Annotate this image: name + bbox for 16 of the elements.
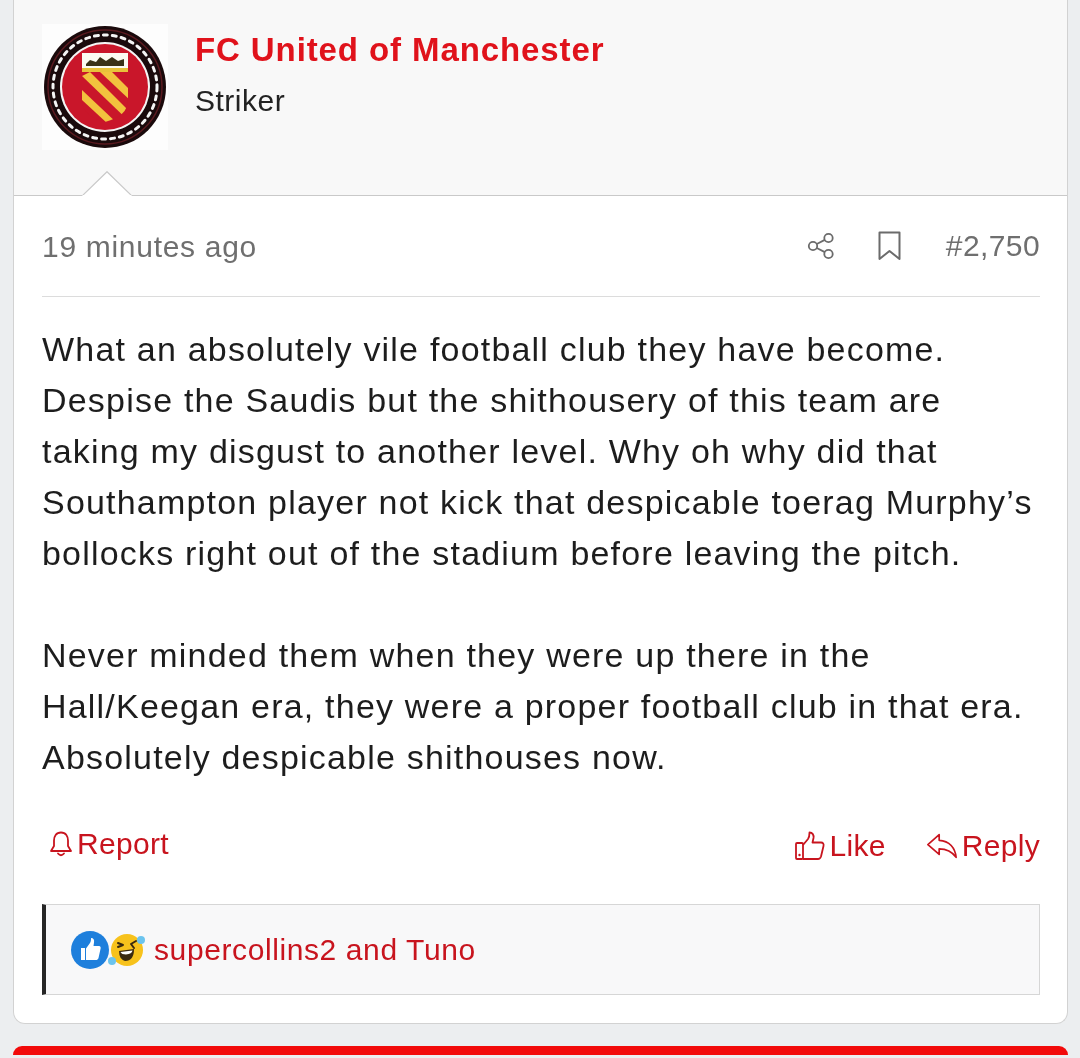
author-name-link[interactable]: FC United of Manchester (195, 31, 605, 69)
bookmark-icon[interactable] (876, 231, 902, 261)
post-time-link[interactable]: 19 minutes ago (42, 228, 257, 264)
share-icon[interactable] (806, 231, 835, 261)
like-reaction-icon (70, 929, 110, 970)
post-number-link[interactable]: #2,750 (945, 229, 1040, 263)
reply-link[interactable]: Reply (925, 828, 1040, 864)
user-title: Striker (195, 84, 287, 118)
bell-icon (49, 830, 73, 858)
like-link[interactable]: Like (793, 828, 886, 864)
thumbs-up-icon (793, 830, 826, 862)
reactions-link[interactable]: supercollins2 and Tuno (154, 932, 476, 967)
post-paragraph: Never minded them when they were up there in the Hall/Keegan era, they were a proper football club in that era. Absolutely despicable shithouses now. (42, 635, 1025, 778)
report-link[interactable]: Report (49, 826, 169, 862)
post-paragraph: What an absolutely vile football club they have become. Despise the Saudis but the shithousery of this team are taking my disgust to another level. Why oh why did that Southampton player not kick that despicable toerag Murphy’s bollocks right out of the stadium before leaving the pitch. (42, 329, 1034, 574)
club-crest-icon (42, 24, 168, 150)
